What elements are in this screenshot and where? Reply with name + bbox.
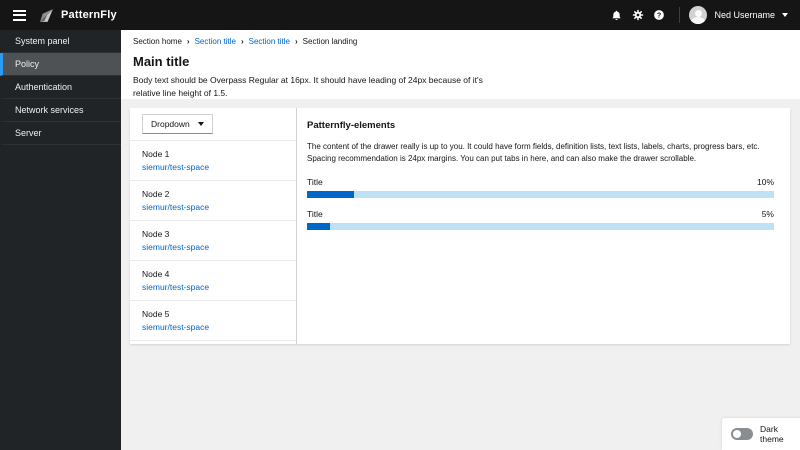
avatar bbox=[689, 6, 708, 24]
progress-label: Title bbox=[307, 176, 323, 187]
progress-bar-1: Title 10% bbox=[307, 177, 774, 198]
node-name: Node 1 bbox=[142, 149, 170, 159]
sidebar-item-network-services[interactable]: Network services bbox=[0, 99, 121, 122]
node-name: Node 5 bbox=[142, 309, 170, 319]
breadcrumb-item-home[interactable]: Section home bbox=[133, 37, 182, 46]
node-name: Node 3 bbox=[142, 229, 170, 239]
breadcrumb-separator-icon: › bbox=[294, 36, 298, 46]
settings-gear-icon[interactable] bbox=[627, 0, 648, 30]
list-item-node-4[interactable]: Node 4 siemur/test-space bbox=[130, 261, 296, 301]
progress-track bbox=[307, 222, 774, 230]
patternfly-logo-icon bbox=[40, 8, 53, 22]
progress-value: 10% bbox=[756, 176, 774, 187]
list-item-node-5[interactable]: Node 5 siemur/test-space bbox=[130, 301, 296, 341]
node-list-panel: Dropdown Node 1 siemur/test-space Node 2… bbox=[130, 108, 297, 344]
node-link[interactable]: siemur/test-space bbox=[142, 162, 284, 172]
main-content: Section home › Section title › Section t… bbox=[121, 30, 800, 450]
sidebar-item-policy[interactable]: Policy bbox=[0, 53, 121, 76]
breadcrumb-separator-icon: › bbox=[240, 36, 244, 46]
brand[interactable]: PatternFly bbox=[38, 7, 117, 24]
node-name: Node 2 bbox=[142, 189, 170, 199]
breadcrumb: Section home › Section title › Section t… bbox=[133, 37, 788, 46]
list-item-node-2[interactable]: Node 2 siemur/test-space bbox=[130, 181, 296, 221]
node-link[interactable]: siemur/test-space bbox=[142, 282, 284, 292]
dark-theme-toggle[interactable] bbox=[731, 428, 753, 440]
svg-text:?: ? bbox=[657, 12, 661, 20]
dropdown-label: Dropdown bbox=[151, 119, 190, 129]
node-link[interactable]: siemur/test-space bbox=[142, 322, 284, 332]
node-link[interactable]: siemur/test-space bbox=[142, 202, 284, 212]
theme-toggle-label: Dark theme bbox=[760, 424, 784, 444]
masthead-divider bbox=[679, 7, 681, 23]
drawer-title: Patternfly-elements bbox=[307, 120, 396, 131]
node-link[interactable]: siemur/test-space bbox=[142, 242, 284, 252]
progress-label: Title bbox=[307, 208, 323, 219]
masthead: PatternFly ? Ned Username bbox=[0, 0, 800, 30]
list-item-node-3[interactable]: Node 3 siemur/test-space bbox=[130, 221, 296, 261]
notifications-bell-icon[interactable] bbox=[606, 0, 627, 30]
toggle-knob bbox=[733, 430, 741, 438]
help-question-icon[interactable]: ? bbox=[648, 0, 669, 30]
progress-fill bbox=[307, 222, 331, 230]
sidebar-item-server[interactable]: Server bbox=[0, 122, 121, 145]
chevron-down-icon bbox=[197, 122, 204, 126]
dropdown-row: Dropdown bbox=[130, 108, 296, 141]
node-name: Node 4 bbox=[142, 269, 170, 279]
progress-bar-2: Title 5% bbox=[307, 209, 774, 230]
page-title: Main title bbox=[133, 54, 190, 69]
content-card: Dropdown Node 1 siemur/test-space Node 2… bbox=[130, 108, 790, 344]
page-body-text: Body text should be Overpass Regular at … bbox=[133, 75, 483, 98]
dropdown-button[interactable]: Dropdown bbox=[142, 114, 213, 134]
sidebar-item-system-panel[interactable]: System panel bbox=[0, 30, 121, 53]
list-item-node-1[interactable]: Node 1 siemur/test-space bbox=[130, 141, 296, 181]
sidebar-nav: System panel Policy Authentication Netwo… bbox=[0, 30, 121, 450]
nav-toggle-hamburger-icon[interactable] bbox=[4, 0, 34, 30]
brand-name: PatternFly bbox=[61, 9, 117, 21]
user-menu[interactable]: Ned Username bbox=[689, 6, 788, 24]
drawer-body-text: The content of the drawer really is up t… bbox=[307, 142, 760, 164]
page-header-section: Section home › Section title › Section t… bbox=[121, 30, 800, 99]
breadcrumb-separator-icon: › bbox=[186, 36, 190, 46]
breadcrumb-item-section-title-1[interactable]: Section title bbox=[195, 37, 236, 46]
chevron-down-icon bbox=[782, 13, 788, 17]
sidebar-item-authentication[interactable]: Authentication bbox=[0, 76, 121, 99]
breadcrumb-item-section-title-2[interactable]: Section title bbox=[249, 37, 290, 46]
drawer-panel: Patternfly-elements The content of the d… bbox=[297, 108, 790, 344]
progress-value: 5% bbox=[761, 208, 774, 219]
theme-toggle-card: Dark theme bbox=[722, 418, 800, 450]
progress-fill bbox=[307, 190, 354, 198]
progress-track bbox=[307, 190, 774, 198]
breadcrumb-item-current: Section landing bbox=[302, 37, 358, 46]
user-name: Ned Username bbox=[714, 10, 775, 20]
